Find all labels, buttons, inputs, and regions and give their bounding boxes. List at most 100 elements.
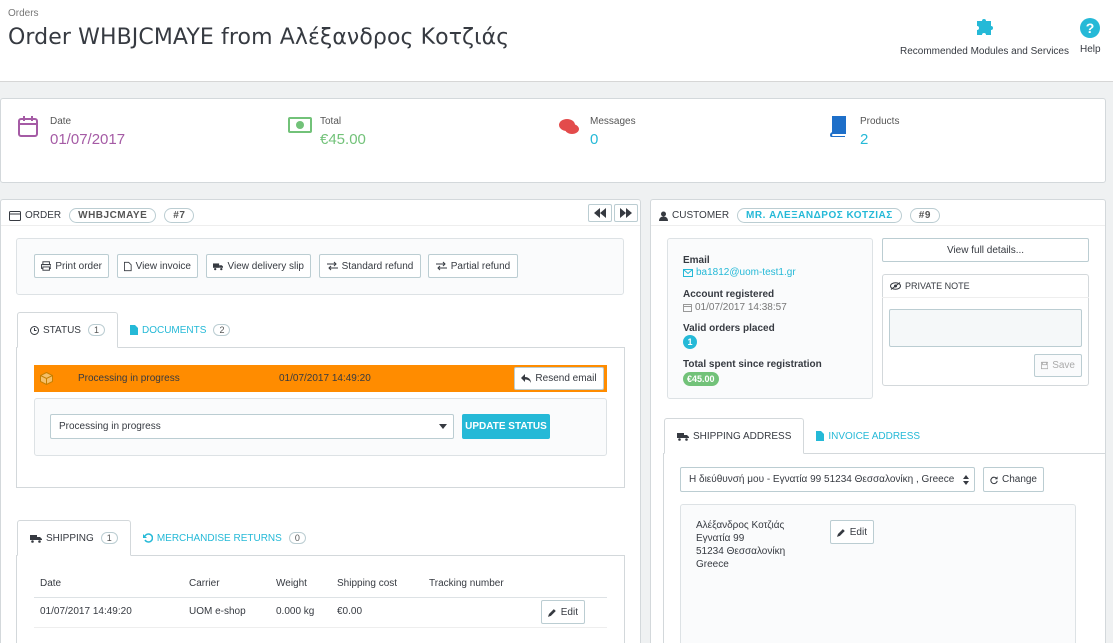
- address-name: Αλέξανδρος Κοτζιάς: [696, 520, 785, 531]
- tab-shipping-address-label: Shipping address: [693, 430, 792, 442]
- save-icon: [1041, 361, 1049, 370]
- status-history-date: 01/07/2017 14:49:20: [279, 373, 371, 384]
- caret-down-icon: [439, 424, 447, 429]
- user-icon: [659, 211, 668, 221]
- tab-shipping[interactable]: Shipping 1: [17, 520, 131, 556]
- view-invoice-label: View invoice: [135, 260, 191, 272]
- truck-icon: [677, 432, 689, 441]
- print-order-button[interactable]: Print order: [34, 254, 109, 278]
- puzzle-icon: [977, 19, 994, 35]
- backward-icon: [594, 208, 606, 218]
- order-status-select[interactable]: Processing in progress: [50, 414, 454, 439]
- view-delivery-slip-label: View delivery slip: [227, 260, 304, 272]
- edit-address-button[interactable]: Edit: [830, 520, 874, 544]
- breadcrumb[interactable]: Orders: [8, 8, 39, 19]
- tab-documents-count: 2: [213, 324, 231, 336]
- save-note-label: Save: [1052, 360, 1075, 371]
- kpi-total-label: Total: [320, 116, 342, 127]
- tab-documents-label: Documents: [141, 324, 207, 336]
- shipping-date: 01/07/2017 14:49:20: [40, 606, 132, 617]
- exchange-icon: [326, 261, 338, 271]
- page-title: Order WHBJCMAYE from Αλέξανδρος Κοτζιάς: [8, 25, 510, 50]
- col-carrier: Carrier: [189, 578, 220, 589]
- address-select[interactable]: Η διεύθυνσή μου - Εγνατία 99 51234 Θεσσα…: [680, 467, 975, 492]
- kpi-total-value: €45.00: [320, 131, 366, 148]
- save-note-button[interactable]: Save: [1034, 354, 1082, 377]
- total-spent-label: Total spent since registration: [683, 359, 822, 370]
- book-icon: [830, 116, 846, 137]
- svg-text:?: ?: [1086, 20, 1095, 36]
- customer-email-link[interactable]: ba1812@uom-test1.gr: [683, 267, 796, 278]
- shipping-carrier: UOM e-shop: [189, 606, 246, 617]
- private-note-header: Private note: [882, 274, 1089, 298]
- partial-refund-button[interactable]: Partial refund: [428, 254, 518, 278]
- undo-icon: [142, 533, 153, 543]
- view-delivery-slip-button[interactable]: View delivery slip: [206, 254, 311, 278]
- change-address-button[interactable]: Change: [983, 467, 1044, 492]
- kpi-date-label: Date: [50, 116, 72, 127]
- resend-email-button[interactable]: Resend email: [514, 367, 604, 390]
- valid-orders-label: Valid orders placed: [683, 323, 775, 334]
- valid-orders-count: 1: [683, 335, 697, 349]
- tab-invoice-address-label: Invoice address: [828, 430, 921, 442]
- tab-merchandise-returns-label: Merchandise Returns: [156, 532, 282, 544]
- email-label: Email: [683, 255, 710, 266]
- address-country: Greece: [696, 559, 729, 570]
- help-icon: ?: [1080, 18, 1101, 38]
- recommended-modules-button[interactable]: Recommended Modules and Services: [900, 18, 1069, 57]
- truck-icon: [30, 534, 42, 543]
- tab-documents[interactable]: Documents 2: [118, 312, 242, 348]
- next-order-button[interactable]: [614, 204, 638, 222]
- clock-icon: [30, 325, 39, 335]
- package-icon: [40, 372, 53, 385]
- kpi-messages-value[interactable]: 0: [590, 131, 598, 148]
- customer-email: ba1812@uom-test1.gr: [696, 267, 796, 278]
- tab-status[interactable]: Status 1: [17, 312, 118, 348]
- col-tracking-number: Tracking number: [429, 578, 504, 589]
- calendar-icon: [683, 304, 692, 312]
- help-label: Help: [1080, 44, 1101, 55]
- pencil-icon: [548, 608, 556, 617]
- account-registered-value: 01/07/2017 14:38:57: [683, 302, 787, 313]
- refresh-icon: [990, 475, 998, 484]
- page-header: Orders Order WHBJCMAYE from Αλέξανδρος Κ…: [0, 0, 1113, 82]
- total-spent-amount: €45.00: [683, 372, 719, 386]
- partial-refund-label: Partial refund: [450, 260, 511, 272]
- tab-merchandise-returns[interactable]: Merchandise Returns 0: [131, 520, 318, 556]
- view-full-details-button[interactable]: View full details...: [882, 238, 1089, 262]
- view-invoice-button[interactable]: View invoice: [117, 254, 198, 278]
- col-date: Date: [40, 578, 62, 589]
- col-weight: Weight: [276, 578, 307, 589]
- edit-shipping-button[interactable]: Edit: [541, 600, 585, 624]
- forward-icon: [620, 208, 632, 218]
- order-panel-title: Order: [25, 210, 62, 221]
- private-note-title: Private note: [905, 280, 970, 291]
- change-address-label: Change: [1001, 474, 1037, 485]
- pencil-icon: [837, 528, 845, 537]
- print-order-label: Print order: [55, 260, 102, 272]
- customer-name-link[interactable]: MR. ΑΛΕΞΑΝΔΡΟΣ ΚΟΤΖΙΑΣ: [737, 208, 902, 223]
- previous-order-button[interactable]: [588, 204, 612, 222]
- address-city: 51234 Θεσσαλονίκη: [696, 546, 786, 557]
- kpi-products-value[interactable]: 2: [860, 131, 868, 148]
- file-icon: [124, 261, 132, 271]
- tab-invoice-address[interactable]: Invoice address: [804, 418, 932, 454]
- private-note-textarea[interactable]: [889, 309, 1082, 347]
- envelope-icon: [683, 268, 693, 277]
- credit-card-icon: [9, 210, 21, 221]
- total-spent-value: €45.00: [683, 372, 719, 386]
- standard-refund-label: Standard refund: [341, 260, 414, 272]
- tab-shipping-address[interactable]: Shipping address: [664, 418, 805, 454]
- address-street: Εγνατία 99: [696, 533, 745, 544]
- money-icon: [288, 117, 312, 133]
- tab-status-label: Status: [43, 324, 81, 336]
- order-kpis: Date 01/07/2017 Total €45.00 Messages 0 …: [0, 98, 1106, 183]
- select-arrows-icon: [963, 475, 969, 485]
- customer-panel-title: Customer: [672, 210, 730, 221]
- standard-refund-button[interactable]: Standard refund: [319, 254, 421, 278]
- reply-icon: [521, 374, 532, 383]
- exchange-icon: [435, 261, 447, 271]
- tab-merchandise-returns-count: 0: [288, 532, 306, 544]
- update-status-button[interactable]: UPDATE STATUS: [462, 414, 550, 439]
- help-button[interactable]: ? Help: [1080, 18, 1101, 55]
